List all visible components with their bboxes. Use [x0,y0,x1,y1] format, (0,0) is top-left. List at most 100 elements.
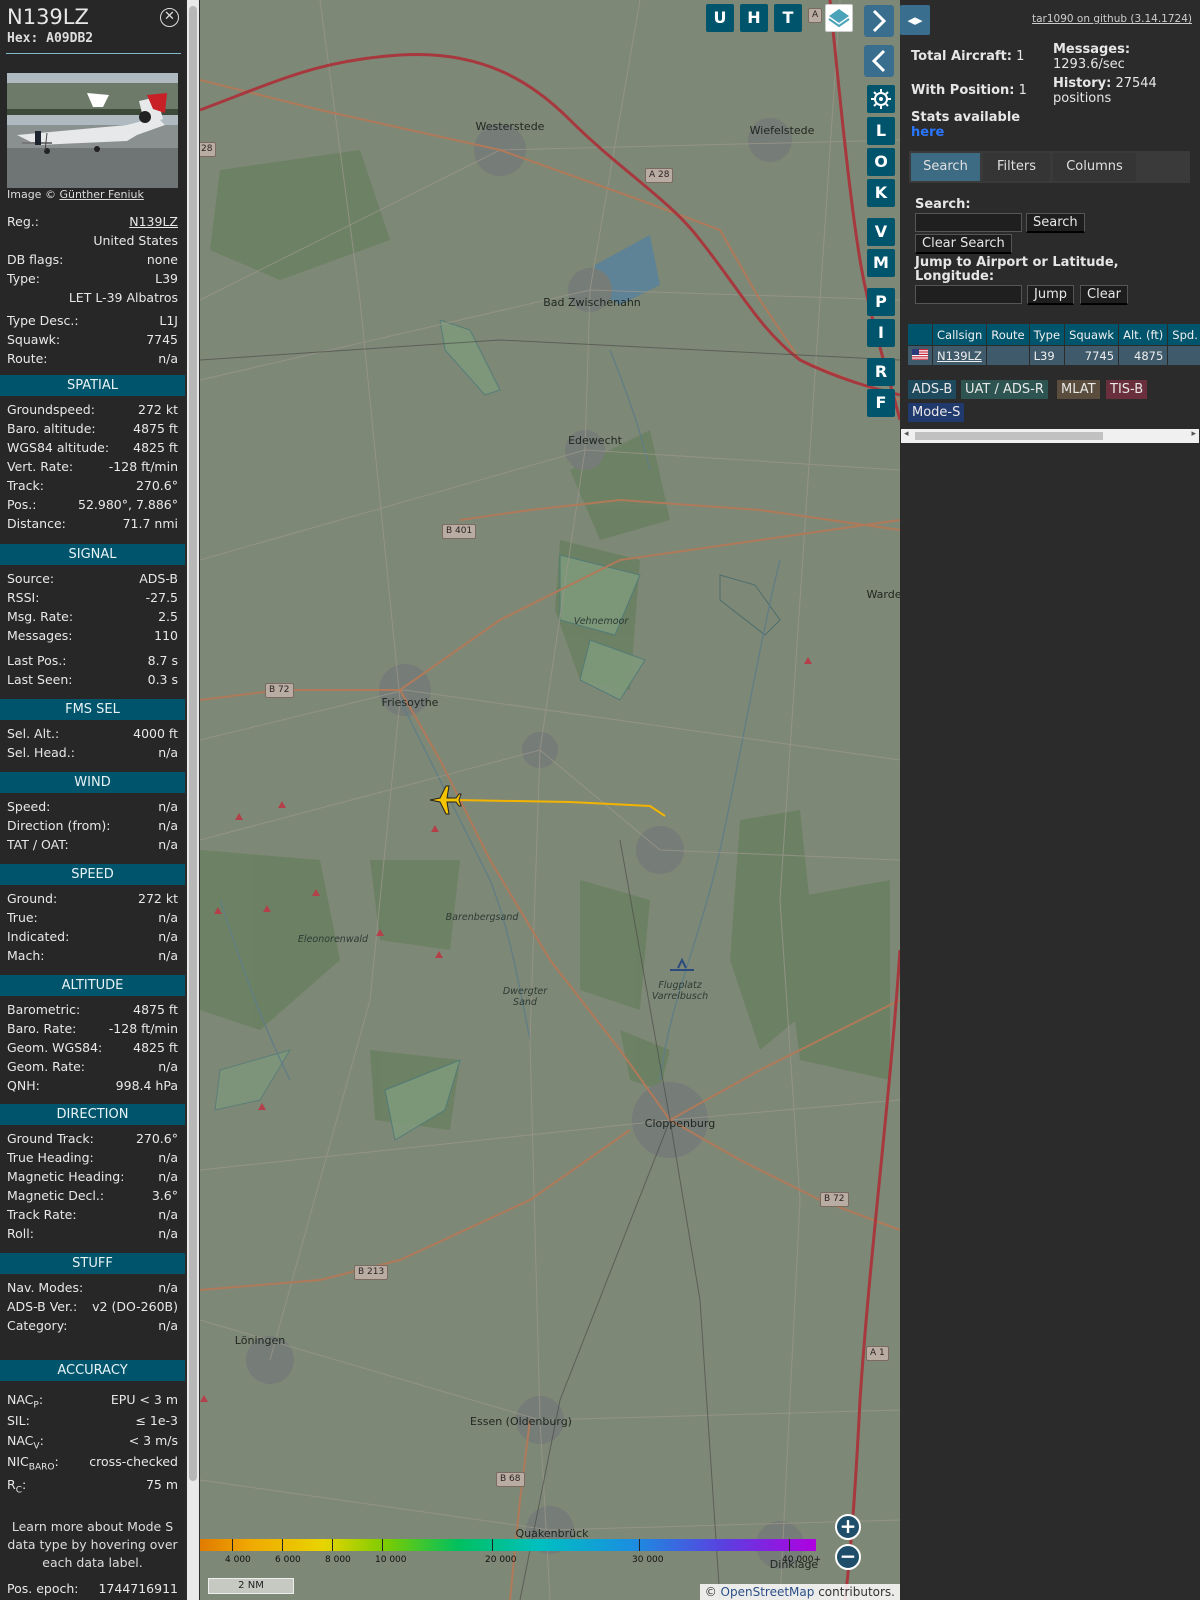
field-label: Last Pos.: [7,653,67,668]
search-input[interactable] [915,213,1022,232]
field-value: n/a [158,818,178,833]
column-header[interactable]: Callsign [933,324,987,345]
field-label: ADS-B Ver.: [7,1299,78,1314]
layers-icon[interactable] [825,4,853,32]
altitude-tick-label: 4 000 [225,1555,251,1565]
scrollbar-thumb[interactable] [189,6,197,1481]
tab-filters[interactable]: Filters [983,153,1050,181]
column-header[interactable]: Type [1029,324,1065,345]
map-button-l[interactable]: L [867,117,895,145]
github-link[interactable]: tar1090 on github (3.14.1724) [1032,13,1192,25]
gear-icon[interactable] [867,85,895,113]
signal-row: Last Seen: 0.3 s [7,671,178,689]
map-button-o[interactable]: O [867,148,895,176]
column-header[interactable]: Squawk [1065,324,1119,345]
altitude-color-legend: 4 000 6 000 8 000 10 000 20 000 30 000 40 000+ [200,1537,821,1567]
field-label: Source: [7,571,55,586]
altitude-tick-label: 6 000 [275,1555,301,1565]
altitude-row: Geom. WGS84: 4825 ft [7,1039,178,1057]
column-header[interactable]: Spd. [1168,324,1200,345]
field-label: Distance: [7,516,66,531]
map-button-m[interactable]: M [867,249,895,277]
jump-button[interactable]: Jump [1027,285,1074,305]
type-full-row: LET L-39 Albatros [68,290,178,305]
map-button-f[interactable]: F [867,389,895,417]
clear-search-button[interactable]: Clear Search [915,234,1012,254]
field-value: 0.3 s [147,672,178,687]
nacp-row: NACP: EPU < 3 m [7,1392,178,1411]
direction-row: Magnetic Heading: n/a [7,1168,178,1186]
zoom-in-button[interactable]: + [835,1514,861,1540]
section-altitude: ALTITUDE [0,975,185,996]
legend-modes: Mode-S [908,403,965,422]
field-value: n/a [158,1150,178,1165]
road-b213: B 213 [354,1265,389,1280]
dbflags-row: DB flags: none [7,252,178,267]
map-button-i[interactable]: I [867,319,895,347]
field-value: 272 kt [138,891,178,906]
place-loningen: Löningen [234,1334,286,1347]
expand-sidebar-icon[interactable]: ◂▸ [900,5,930,35]
map-button-t[interactable]: T [774,4,802,32]
osm-link[interactable]: OpenStreetMap [721,1585,815,1599]
legend-uat: UAT / ADS-R [961,380,1048,399]
cell-callsign[interactable]: N139LZ [933,346,987,365]
field-label: Direction (from): [7,818,111,833]
section-accuracy: ACCURACY [0,1360,185,1381]
chevron-left-icon[interactable] [864,45,894,77]
field-value: 8.7 s [147,653,178,668]
us-flag-icon [908,346,932,365]
table-horizontal-scrollbar[interactable]: ◂ ▸ [901,429,1199,443]
field-value: 4825 ft [133,1040,178,1055]
scrollbar-thumb[interactable] [915,432,1103,440]
column-header[interactable]: Route [987,324,1029,345]
stats-here-link[interactable]: here [911,125,944,140]
section-fms: FMS SEL [0,699,185,720]
search-button[interactable]: Search [1026,213,1085,233]
zoom-out-button[interactable]: − [835,1544,861,1570]
field-label: Vert. Rate: [7,459,74,474]
photographer-link[interactable]: Günther Feniuk [59,188,143,201]
stats-link: Stats available here [911,110,1021,140]
jump-input[interactable] [915,285,1022,304]
table-row[interactable]: N139LZ L39 7745 4875 [908,346,1200,365]
field-label: Sel. Alt.: [7,726,60,741]
chevron-right-icon[interactable] [864,5,894,37]
map-button-v[interactable]: V [867,218,895,246]
column-header[interactable]: Alt. (ft) [1119,324,1168,345]
field-label: Ground: [7,891,58,906]
legend-tisb: TIS-B [1106,380,1148,399]
route-row: Route: n/a [7,351,178,366]
info-panel-scrollbar[interactable] [187,0,199,1600]
map-button-k[interactable]: K [867,179,895,207]
map-view[interactable]: Westerstede Wiefelstede Bad Zwischenahn … [200,0,900,1600]
altitude-tick-mark [282,1539,283,1551]
field-value: 4875 ft [133,421,178,436]
field-label: Track: [7,478,44,493]
type-row: Type: L39 [7,271,178,286]
map-button-p[interactable]: P [867,288,895,316]
field-value: 2.5 [158,609,178,624]
field-value: n/a [158,745,178,760]
map-button-r[interactable]: R [867,358,895,386]
field-label: Magnetic Decl.: [7,1188,105,1203]
aircraft-photo[interactable] [7,73,178,188]
speed-row: Mach: n/a [7,947,178,965]
altitude-tick-mark [332,1539,333,1551]
map-button-u[interactable]: U [706,4,734,32]
tab-search[interactable]: Search [911,153,980,181]
field-value: -128 ft/min [108,459,178,474]
column-header[interactable] [908,324,932,345]
close-icon[interactable]: ✕ [160,8,179,27]
signal-row: Msg. Rate: 2.5 [7,608,178,626]
section-stuff: STUFF [0,1253,185,1274]
reg-link[interactable]: N139LZ [129,213,178,231]
field-label: Roll: [7,1226,34,1241]
tab-columns[interactable]: Columns [1053,153,1136,181]
altitude-tick-label: 8 000 [325,1555,351,1565]
field-label: Sel. Head.: [7,745,75,760]
map-button-h[interactable]: H [740,4,768,32]
road-a1: A 1 [866,1346,889,1361]
clear-button[interactable]: Clear [1080,285,1128,305]
learn-more-text: Learn more about Mode S data type by hov… [7,1519,178,1570]
